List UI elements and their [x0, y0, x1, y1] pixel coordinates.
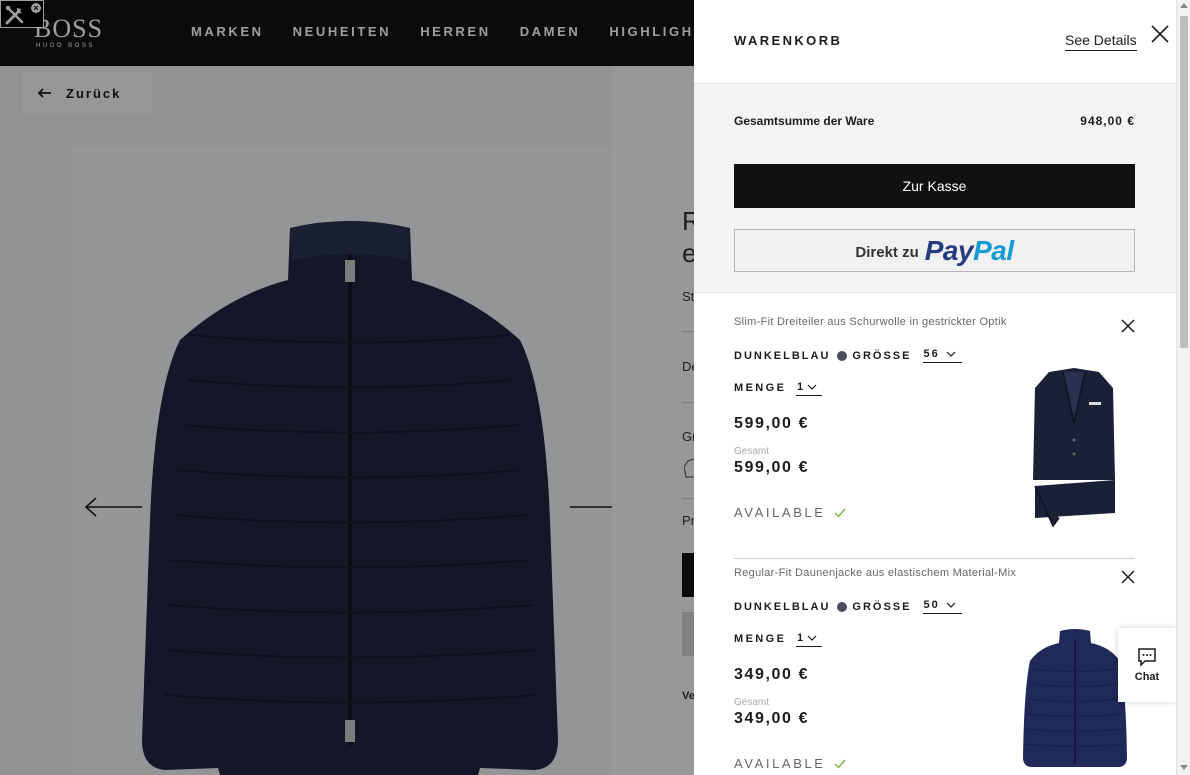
- item-total: 349,00 €: [734, 710, 810, 727]
- size-select[interactable]: 50: [923, 599, 962, 614]
- chevron-down-icon: [807, 635, 817, 641]
- scrollbar[interactable]: [1176, 0, 1190, 775]
- item-divider: [734, 558, 1135, 559]
- cart-header: WARENKORB See Details: [694, 0, 1176, 84]
- chevron-down-icon: [946, 351, 956, 357]
- close-icon[interactable]: [1151, 25, 1169, 43]
- cart-drawer: WARENKORB See Details Gesamtsumme der Wa…: [694, 0, 1176, 775]
- item-price: 349,00 €: [734, 666, 810, 683]
- size-label: GRÖSSE: [852, 349, 912, 362]
- chat-icon: [1138, 648, 1156, 667]
- color-swatch: [837, 350, 848, 361]
- item-image-jacket[interactable]: [1022, 629, 1128, 769]
- cart-item: Regular-Fit Daunenjacke aus elastischem …: [734, 567, 1135, 775]
- check-icon: [834, 759, 846, 769]
- size-select[interactable]: 56: [923, 348, 962, 363]
- item-total-label: Gesamt: [734, 697, 770, 708]
- size-label: GRÖSSE: [852, 600, 912, 613]
- quantity-select[interactable]: 1: [796, 381, 823, 396]
- chevron-down-icon: [807, 384, 817, 390]
- paypal-prefix: Direkt zu: [855, 243, 919, 261]
- chat-label: Chat: [1134, 671, 1160, 683]
- item-attributes: DUNKELBLAU GRÖSSE 50: [734, 599, 962, 614]
- cart-item: Slim-Fit Dreiteiler aus Schurwolle in ge…: [734, 316, 1135, 536]
- scroll-down-icon[interactable]: [1180, 765, 1188, 770]
- chevron-down-icon: [946, 602, 956, 608]
- item-total-label: Gesamt: [734, 446, 770, 457]
- chat-button[interactable]: Chat: [1118, 628, 1176, 702]
- subtotal-label: Gesamtsumme der Ware: [734, 114, 875, 128]
- item-price: 599,00 €: [734, 415, 810, 432]
- item-name[interactable]: Slim-Fit Dreiteiler aus Schurwolle in ge…: [734, 316, 1019, 328]
- availability-status: AVAILABLE: [734, 756, 846, 771]
- scroll-up-icon[interactable]: [1180, 3, 1188, 8]
- quantity-label: MENGE: [734, 382, 787, 394]
- item-total: 599,00 €: [734, 459, 810, 476]
- scrollbar-thumb[interactable]: [1180, 16, 1188, 348]
- item-color: DUNKELBLAU: [734, 349, 831, 362]
- subtotal-value: 948,00 €: [1080, 114, 1135, 128]
- see-details-link[interactable]: See Details: [1065, 32, 1137, 51]
- availability-status: AVAILABLE: [734, 505, 846, 520]
- paypal-logo: PayPal: [924, 234, 1014, 266]
- quantity-label: MENGE: [734, 633, 787, 645]
- paypal-express-button[interactable]: Direkt zu PayPal: [734, 229, 1135, 272]
- cart-title: WARENKORB: [734, 33, 843, 48]
- checkout-label: Zur Kasse: [902, 178, 967, 194]
- quantity-select[interactable]: 1: [796, 632, 823, 647]
- color-swatch: [837, 601, 848, 612]
- remove-item-icon[interactable]: [1121, 319, 1135, 333]
- item-attributes: DUNKELBLAU GRÖSSE 56: [734, 348, 962, 363]
- cart-summary: Gesamtsumme der Ware 948,00 € Zur Kasse …: [694, 84, 1176, 293]
- page-overlay[interactable]: [0, 0, 694, 775]
- checkout-button[interactable]: Zur Kasse: [734, 164, 1135, 208]
- item-name[interactable]: Regular-Fit Daunenjacke aus elastischem …: [734, 567, 1019, 579]
- remove-item-icon[interactable]: [1121, 570, 1135, 584]
- check-icon: [834, 508, 846, 518]
- item-color: DUNKELBLAU: [734, 600, 831, 613]
- item-image-suit[interactable]: [1029, 368, 1119, 528]
